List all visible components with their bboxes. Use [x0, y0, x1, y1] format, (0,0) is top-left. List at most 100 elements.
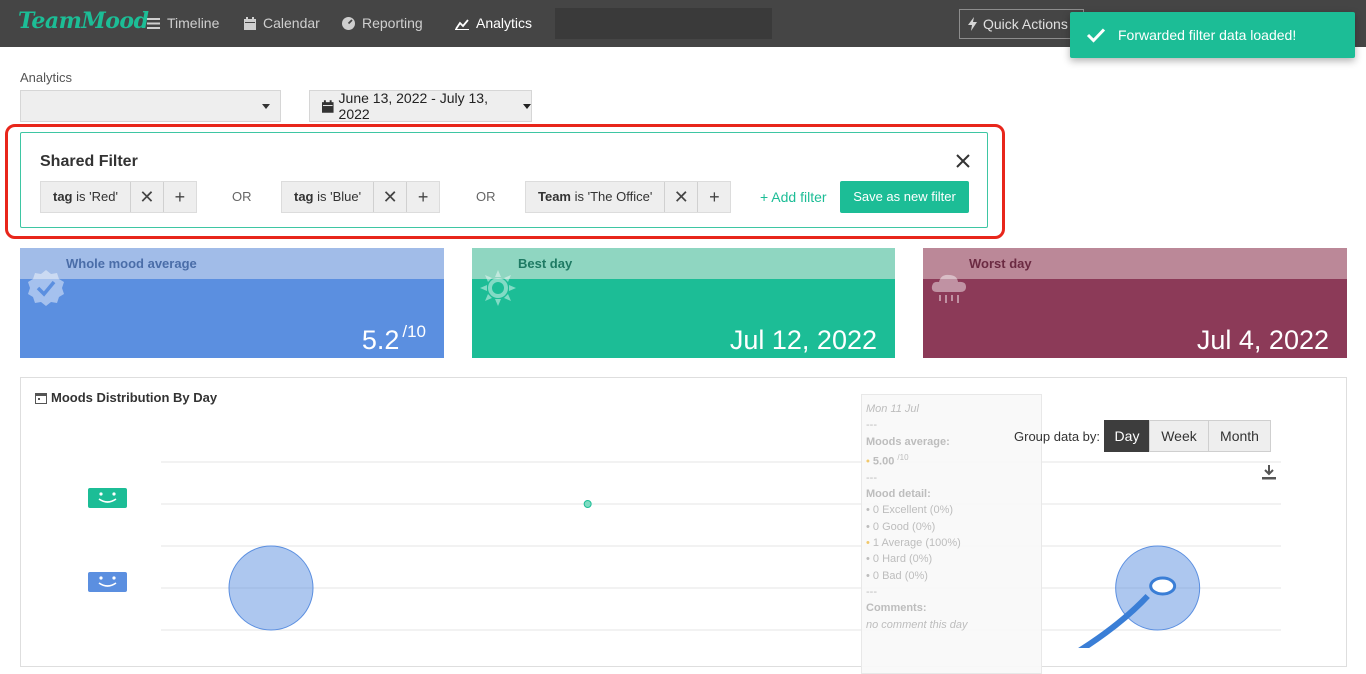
- card-value: 5.2/10: [362, 322, 426, 356]
- tooltip-detail-row: • 0 Hard (0%): [866, 551, 1041, 567]
- average-mood-icon: [88, 572, 127, 592]
- bullet-icon: •: [866, 553, 873, 566]
- filter-chip-tag-blue: tag is 'Blue' ✕ +: [281, 181, 441, 213]
- nav-analytics-label: Analytics: [476, 15, 533, 31]
- bullet-icon: •: [866, 455, 873, 468]
- card-title: Best day: [472, 248, 895, 279]
- tooltip-detail-label: Mood detail:: [866, 488, 931, 501]
- card-worst-day: Worst day Jul 4, 2022: [923, 248, 1347, 358]
- tooltip-avg-value: 5.00: [872, 455, 895, 468]
- filter-chip-text: tag is 'Red': [41, 182, 130, 212]
- card-value: Jul 4, 2022: [1197, 325, 1329, 356]
- card-value-number: 5.2: [361, 325, 400, 355]
- list-icon: [147, 18, 160, 29]
- add-or-filter-button[interactable]: +: [162, 182, 196, 212]
- filter-chip-tag-red: tag is 'Red' ✕ +: [40, 181, 197, 213]
- close-icon[interactable]: [955, 153, 971, 169]
- card-value-number: Jul 4, 2022: [1196, 325, 1329, 355]
- nav-search-box[interactable]: [555, 8, 772, 39]
- tooltip-avg-suffix: /10: [897, 452, 909, 462]
- download-icon[interactable]: [1261, 464, 1277, 480]
- add-filter-link[interactable]: + Add filter: [760, 189, 827, 205]
- or-label: OR: [476, 189, 496, 204]
- add-or-filter-button[interactable]: +: [697, 182, 730, 212]
- analytics-label: Analytics: [20, 70, 73, 85]
- group-by-day-button[interactable]: Day: [1104, 420, 1150, 452]
- chip-value: 'The Office': [587, 189, 653, 204]
- mood-point[interactable]: [228, 545, 314, 631]
- save-as-new-filter-button[interactable]: Save as new filter: [840, 181, 969, 213]
- mood-point[interactable]: [583, 500, 592, 508]
- teammood-logo[interactable]: TeamMood: [18, 8, 149, 34]
- quick-actions-label: Quick Actions: [983, 16, 1068, 32]
- group-by-month-button[interactable]: Month: [1208, 420, 1271, 452]
- card-value: Jul 12, 2022: [730, 325, 877, 356]
- tooltip-detail-row: • 0 Bad (0%): [866, 568, 1041, 584]
- card-value-number: Jul 12, 2022: [729, 325, 877, 355]
- chip-op: is: [72, 189, 90, 204]
- chip-field: tag: [53, 189, 73, 204]
- tooltip-detail-row: • 1 Average (100%): [866, 535, 1041, 551]
- remove-filter-button[interactable]: ✕: [129, 182, 163, 212]
- quick-actions-button[interactable]: Quick Actions: [959, 9, 1084, 39]
- bullet-icon: •: [866, 520, 873, 533]
- tooltip-separator: ---: [866, 471, 877, 484]
- tooltip-detail-row: • 0 Excellent (0%): [866, 502, 1041, 518]
- calendar-icon: [322, 99, 334, 113]
- success-toast[interactable]: Forwarded filter data loaded!: [1070, 12, 1355, 58]
- nav-reporting[interactable]: Reporting: [342, 0, 423, 47]
- tooltip-detail-text: 1 Average (100%): [872, 537, 961, 550]
- shared-filter-panel: Shared Filter tag is 'Red' ✕ + OR tag is…: [20, 132, 988, 228]
- card-title: Worst day: [923, 248, 1347, 279]
- tooltip-comments-label: Comments:: [866, 602, 927, 615]
- filter-chip-team-office: Team is 'The Office' ✕ +: [525, 181, 732, 213]
- date-range-button[interactable]: June 13, 2022 - July 13, 2022: [309, 90, 532, 122]
- card-title: Whole mood average: [20, 248, 444, 279]
- group-by-label: Group data by:: [1014, 429, 1100, 444]
- good-mood-icon: [88, 488, 127, 508]
- group-by-week-button[interactable]: Week: [1149, 420, 1209, 452]
- rain-cloud-icon: [931, 274, 966, 303]
- date-range-text: June 13, 2022 - July 13, 2022: [338, 90, 488, 122]
- chip-value: 'Red': [89, 189, 118, 204]
- or-label: OR: [232, 189, 252, 204]
- filter-chip-text: tag is 'Blue': [282, 182, 373, 212]
- tooltip-avg: • 5.00 /10: [866, 450, 1041, 470]
- card-value-suffix: /10: [402, 322, 426, 341]
- nav-reporting-label: Reporting: [362, 15, 423, 31]
- card-whole-mood-average: Whole mood average 5.2/10: [20, 248, 444, 358]
- caret-down-icon: [523, 103, 531, 109]
- bullet-icon: •: [866, 569, 873, 582]
- toast-message: Forwarded filter data loaded!: [1118, 27, 1297, 43]
- bullet-icon: •: [866, 537, 873, 550]
- add-or-filter-button[interactable]: +: [406, 182, 439, 212]
- check-icon: [1086, 28, 1106, 43]
- shared-filter-title: Shared Filter: [40, 153, 138, 170]
- remove-filter-button[interactable]: ✕: [373, 182, 406, 212]
- tooltip-separator: ---: [866, 585, 877, 598]
- chip-field: tag: [294, 189, 314, 204]
- bolt-icon: [968, 17, 977, 31]
- nav-timeline[interactable]: Timeline: [147, 0, 219, 47]
- moods-chart: [88, 461, 1281, 648]
- chip-op: is: [313, 189, 331, 204]
- tooltip-detail-text: 0 Excellent (0%): [872, 504, 954, 517]
- tooltip-comments-value: no comment this day: [866, 618, 968, 631]
- card-best-day: Best day Jul 12, 2022: [472, 248, 895, 358]
- sun-icon: [480, 270, 516, 306]
- chart-line-icon: [455, 18, 469, 30]
- remove-filter-button[interactable]: ✕: [664, 182, 697, 212]
- badge-check-icon: [28, 270, 64, 306]
- nav-calendar[interactable]: Calendar: [244, 0, 320, 47]
- tooltip-detail-text: 0 Bad (0%): [872, 569, 928, 582]
- nav-analytics[interactable]: Analytics: [455, 0, 532, 47]
- calendar-icon: [244, 17, 256, 30]
- filter-chip-text: Team is 'The Office': [526, 182, 664, 212]
- moods-distribution-panel: Moods Distribution By Day Mon 11 Jul ---…: [20, 377, 1347, 674]
- tooltip-date: Mon 11 Jul: [866, 403, 919, 415]
- analytics-select[interactable]: [20, 90, 281, 122]
- caret-down-icon: [262, 104, 270, 109]
- dashboard-icon: [342, 17, 355, 30]
- bullet-icon: •: [866, 504, 873, 517]
- tooltip-detail-text: 0 Hard (0%): [872, 553, 933, 566]
